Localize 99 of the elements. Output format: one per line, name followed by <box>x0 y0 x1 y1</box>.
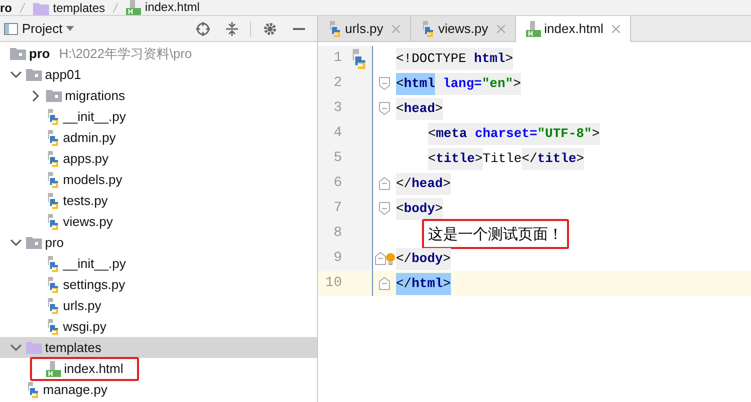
collapse-all-icon[interactable] <box>226 22 238 36</box>
code-line: </head> <box>396 172 451 194</box>
tree-item[interactable]: index.html <box>0 358 317 379</box>
tree-item-label: __init__.py <box>63 254 126 273</box>
python-file-icon <box>46 172 60 188</box>
folder-icon <box>26 236 42 249</box>
settings-icon[interactable] <box>263 22 277 36</box>
tree-item[interactable]: apps.py <box>0 148 317 169</box>
python-file-icon <box>46 192 60 208</box>
tree-item[interactable]: views.py <box>0 211 317 232</box>
breadcrumb-item[interactable]: ro <box>0 1 12 15</box>
tree-item[interactable]: pro <box>0 232 317 253</box>
tree-item-label: settings.py <box>63 276 126 294</box>
code-line: </body> <box>396 248 451 270</box>
project-path: H:\2022年学习资料\pro <box>58 44 192 63</box>
tree-item-label: wsgi.py <box>63 318 106 336</box>
tree-item-label: admin.py <box>63 128 116 147</box>
python-file-icon <box>46 130 60 146</box>
fold-marker-icon[interactable] <box>374 252 386 265</box>
tree-item[interactable]: pro H:\2022年学习资料\pro <box>0 43 317 64</box>
editor-tab[interactable]: urls.py <box>318 16 412 41</box>
fold-marker-icon[interactable] <box>379 277 390 290</box>
close-icon[interactable] <box>612 25 620 33</box>
tree-item-label: urls.py <box>63 296 102 315</box>
dropdown-caret-icon[interactable] <box>66 26 74 31</box>
tree-item[interactable]: __init__.py <box>0 253 317 274</box>
editor-tab[interactable]: index.html <box>516 16 632 42</box>
tree-item[interactable]: manage.py <box>0 379 317 400</box>
tree-item[interactable]: migrations <box>0 85 317 106</box>
breadcrumb-item[interactable]: index.html <box>145 0 200 14</box>
python-file-icon <box>328 20 342 36</box>
tree-item[interactable]: models.py <box>0 169 317 190</box>
tree-item-label: templates <box>45 338 102 357</box>
python-file-icon <box>46 276 60 292</box>
folder-icon <box>26 68 42 81</box>
panel-title[interactable]: Project <box>22 18 62 38</box>
tree-item[interactable]: app01 <box>0 64 317 85</box>
tree-item-label: app01 <box>45 66 82 84</box>
code-line: <head> <box>396 98 443 120</box>
tree-item[interactable]: admin.py <box>0 127 317 148</box>
line-number: 7 <box>332 199 342 218</box>
folder-icon <box>10 47 26 60</box>
minimize-icon[interactable] <box>293 28 305 30</box>
python-file-icon <box>46 298 60 314</box>
python-file-icon <box>421 20 436 36</box>
line-number: 4 <box>332 124 342 143</box>
code-line: <html lang="en"> <box>396 72 521 94</box>
tree-item[interactable]: settings.py <box>0 274 317 295</box>
tree-item-label: apps.py <box>63 150 109 168</box>
tree-item-label: views.py <box>63 212 113 231</box>
python-file-icon <box>46 214 60 230</box>
tree-item-label: tests.py <box>63 192 108 210</box>
editor-tab[interactable]: views.py <box>411 16 516 41</box>
code-line: </html> <box>396 272 451 294</box>
tree-item[interactable]: templates <box>0 337 317 358</box>
tree-item-label: models.py <box>63 170 122 189</box>
close-icon[interactable] <box>497 24 506 32</box>
code-line: <!DOCTYPE html> <box>396 48 514 70</box>
breadcrumb-item[interactable]: templates <box>53 1 106 15</box>
locate-icon[interactable] <box>196 22 210 36</box>
line-number: 1 <box>332 49 342 68</box>
line-number: 2 <box>332 74 342 93</box>
tree-item[interactable]: urls.py <box>0 295 317 316</box>
python-file-icon <box>26 382 40 398</box>
html-file-icon <box>126 0 142 15</box>
line-number: 5 <box>332 149 342 168</box>
html-file-icon <box>526 21 542 37</box>
line-number: 8 <box>332 224 342 243</box>
line-number: 6 <box>332 174 342 193</box>
close-icon[interactable] <box>392 24 400 32</box>
python-file-icon <box>46 318 60 334</box>
python-file-icon <box>46 108 60 124</box>
lightbulb-icon[interactable] <box>386 252 394 264</box>
line-number: 3 <box>332 99 342 118</box>
fold-marker-icon[interactable] <box>379 177 390 190</box>
python-file-icon <box>46 256 60 272</box>
tree-item-label: pro <box>29 44 50 63</box>
code-line: <meta charset="UTF-8"> <box>428 122 600 144</box>
code-line: <body> <box>396 198 443 220</box>
tree-item-label: manage.py <box>43 380 108 399</box>
tree-item[interactable]: __init__.py <box>0 106 317 127</box>
tree-item[interactable]: wsgi.py <box>0 316 317 337</box>
fold-marker-icon[interactable] <box>379 102 390 115</box>
line-number: 10 <box>324 274 342 293</box>
line-number: 9 <box>332 249 342 268</box>
python-file-icon <box>46 150 60 166</box>
tree-item[interactable]: tests.py <box>0 190 317 211</box>
tree-item-label: __init__.py <box>63 108 126 126</box>
tree-item-label: pro <box>45 234 64 252</box>
fold-marker-icon[interactable] <box>379 77 390 90</box>
python-file-icon <box>350 48 368 68</box>
panel-icon <box>4 22 18 34</box>
code-line: <title>Title</title> <box>428 148 584 170</box>
fold-marker-icon[interactable] <box>379 202 390 215</box>
folder-icon <box>26 341 42 354</box>
html-file-icon <box>46 360 61 376</box>
tree-item-label: index.html <box>64 360 124 378</box>
tree-item-label: migrations <box>65 86 125 105</box>
folder-icon <box>46 89 62 102</box>
